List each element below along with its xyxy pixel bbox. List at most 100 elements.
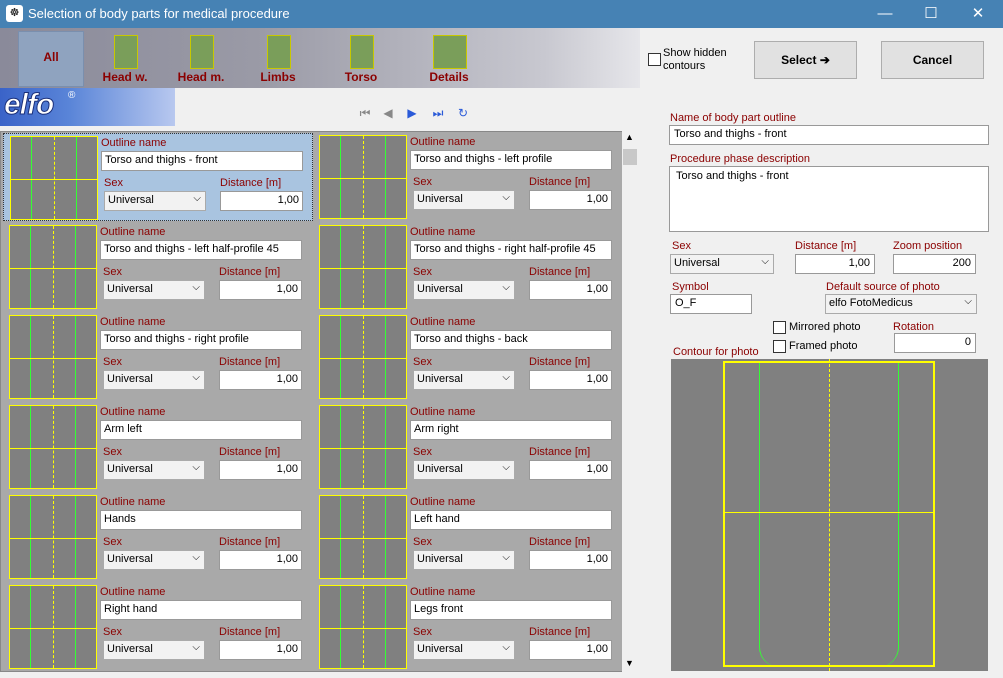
phase-description-textarea[interactable]: Torso and thighs - front bbox=[669, 166, 989, 232]
outline-name-input[interactable]: Legs front bbox=[410, 600, 612, 620]
filter-details-button[interactable]: Details bbox=[416, 31, 482, 87]
outline-card[interactable]: Outline name Torso and thighs - front Sex U… bbox=[3, 133, 313, 221]
sex-select[interactable]: Universal ⌵ bbox=[413, 370, 515, 390]
outline-thumbnail[interactable] bbox=[319, 135, 407, 219]
outline-name-input[interactable]: Hands bbox=[100, 510, 302, 530]
outline-thumbnail[interactable] bbox=[319, 585, 407, 669]
outline-name-input[interactable]: Arm right bbox=[410, 420, 612, 440]
scroll-down-icon[interactable]: ▼ bbox=[625, 658, 634, 668]
outline-thumbnail[interactable] bbox=[9, 405, 97, 489]
close-button[interactable]: ✕ bbox=[955, 0, 1001, 28]
select-button[interactable]: Select ➔ bbox=[754, 41, 857, 79]
outline-list[interactable]: Outline name Torso and thighs - front Sex U… bbox=[0, 131, 638, 672]
outline-thumbnail[interactable] bbox=[9, 495, 97, 579]
outline-name-input[interactable]: Torso and thighs - left profile bbox=[410, 150, 612, 170]
detail-distance-input[interactable]: 1,00 bbox=[795, 254, 875, 274]
filter-torso-button[interactable]: Torso bbox=[328, 31, 394, 87]
show-hidden-checkbox[interactable] bbox=[648, 53, 661, 66]
photo-source-select[interactable]: elfo FotoMedicus ⌵ bbox=[825, 294, 977, 314]
outline-name-input[interactable]: Torso and thighs - right half-profile 45 bbox=[410, 240, 612, 260]
outline-name-input[interactable]: Torso and thighs - front bbox=[101, 151, 303, 171]
distance-input[interactable]: 1,00 bbox=[219, 370, 302, 390]
distance-input[interactable]: 1,00 bbox=[529, 190, 612, 210]
next-record-icon[interactable]: ▶ bbox=[402, 106, 422, 120]
outline-card[interactable]: Outline name Arm right Sex Universal ⌵ Distan… bbox=[313, 403, 623, 491]
outline-thumbnail[interactable] bbox=[9, 585, 97, 669]
filter-all-button[interactable]: All bbox=[18, 31, 84, 87]
distance-input[interactable]: 1,00 bbox=[529, 460, 612, 480]
first-record-icon[interactable]: ⏮ bbox=[355, 106, 375, 121]
outline-name-label: Outline name bbox=[410, 496, 476, 508]
framed-photo-checkbox[interactable] bbox=[773, 340, 786, 353]
thumb-horizontal-guide bbox=[10, 268, 96, 269]
zoom-position-input[interactable]: 200 bbox=[893, 254, 976, 274]
distance-input[interactable]: 1,00 bbox=[529, 640, 612, 660]
outline-thumbnail[interactable] bbox=[10, 136, 98, 220]
sex-value: Universal bbox=[417, 373, 463, 385]
sex-select[interactable]: Universal ⌵ bbox=[413, 640, 515, 660]
scroll-thumb[interactable] bbox=[623, 149, 637, 165]
outline-card[interactable]: Outline name Arm left Sex Universal ⌵ Distanc… bbox=[3, 403, 313, 491]
distance-input[interactable]: 1,00 bbox=[219, 280, 302, 300]
prev-record-icon[interactable]: ◀ bbox=[378, 106, 398, 120]
sex-select[interactable]: Universal ⌵ bbox=[103, 280, 205, 300]
sex-select[interactable]: Universal ⌵ bbox=[413, 460, 515, 480]
distance-input[interactable]: 1,00 bbox=[219, 640, 302, 660]
distance-input[interactable]: 1,00 bbox=[529, 280, 612, 300]
outline-card[interactable]: Outline name Right hand Sex Universal ⌵ Dista… bbox=[3, 583, 313, 671]
symbol-input[interactable]: O_F bbox=[670, 294, 752, 314]
outline-card[interactable]: Outline name Torso and thighs - back Sex Un… bbox=[313, 313, 623, 401]
distance-label: Distance [m] bbox=[219, 626, 281, 638]
last-record-icon[interactable]: ⏭ bbox=[428, 106, 448, 121]
outline-card[interactable]: Outline name Torso and thighs - right pro… bbox=[3, 313, 313, 401]
list-scrollbar[interactable]: ▲ ▼ bbox=[622, 131, 638, 672]
sex-select[interactable]: Universal ⌵ bbox=[413, 280, 515, 300]
mirrored-photo-checkbox[interactable] bbox=[773, 321, 786, 334]
outline-thumbnail[interactable] bbox=[9, 225, 97, 309]
outline-name-input[interactable]: Right hand bbox=[100, 600, 302, 620]
sex-select[interactable]: Universal ⌵ bbox=[413, 190, 515, 210]
distance-input[interactable]: 1,00 bbox=[219, 550, 302, 570]
outline-name-input[interactable]: Left hand bbox=[410, 510, 612, 530]
outline-card[interactable]: Outline name Torso and thighs - left half… bbox=[3, 223, 313, 311]
scroll-up-icon[interactable]: ▲ bbox=[625, 132, 634, 142]
thumb-horizontal-guide bbox=[320, 268, 406, 269]
sex-select[interactable]: Universal ⌵ bbox=[413, 550, 515, 570]
sex-select[interactable]: Universal ⌵ bbox=[103, 550, 205, 570]
outline-card[interactable]: Outline name Left hand Sex Universal ⌵ Distan… bbox=[313, 493, 623, 581]
outline-name-input[interactable]: Torso and thighs - left half-profile 45 bbox=[100, 240, 302, 260]
outline-thumbnail[interactable] bbox=[319, 405, 407, 489]
refresh-icon[interactable]: ↻ bbox=[453, 106, 473, 120]
distance-label: Distance [m] bbox=[220, 177, 282, 189]
rotation-input[interactable]: 0 bbox=[894, 333, 976, 353]
outline-name-input[interactable]: Torso and thighs - right profile bbox=[100, 330, 302, 350]
outline-name-input[interactable]: Torso and thighs - back bbox=[410, 330, 612, 350]
cancel-button[interactable]: Cancel bbox=[881, 41, 984, 79]
outline-thumbnail[interactable] bbox=[9, 315, 97, 399]
outline-card[interactable]: Outline name Hands Sex Universal ⌵ Distance [… bbox=[3, 493, 313, 581]
distance-label: Distance [m] bbox=[529, 626, 591, 638]
sex-select[interactable]: Universal ⌵ bbox=[103, 460, 205, 480]
distance-input[interactable]: 1,00 bbox=[529, 550, 612, 570]
filter-limbs-button[interactable]: Limbs bbox=[245, 31, 311, 87]
maximize-button[interactable]: ☐ bbox=[908, 0, 954, 28]
detail-sex-select[interactable]: Universal ⌵ bbox=[670, 254, 774, 274]
outline-thumbnail[interactable] bbox=[319, 495, 407, 579]
outline-thumbnail[interactable] bbox=[319, 225, 407, 309]
sex-select[interactable]: Universal ⌵ bbox=[104, 191, 206, 211]
distance-input[interactable]: 1,00 bbox=[219, 460, 302, 480]
distance-input[interactable]: 1,00 bbox=[529, 370, 612, 390]
outline-name-input[interactable]: Arm left bbox=[100, 420, 302, 440]
sex-select[interactable]: Universal ⌵ bbox=[103, 370, 205, 390]
minimize-button[interactable]: — bbox=[862, 0, 908, 28]
outline-card[interactable]: Outline name Torso and thighs - left prof… bbox=[313, 133, 623, 221]
outline-thumbnail[interactable] bbox=[319, 315, 407, 399]
body-part-name-input[interactable]: Torso and thighs - front bbox=[669, 125, 989, 145]
sex-select[interactable]: Universal ⌵ bbox=[103, 640, 205, 660]
filter-head-w-button[interactable]: Head w. bbox=[92, 31, 158, 87]
outline-card[interactable]: Outline name Torso and thighs - right hal… bbox=[313, 223, 623, 311]
outline-card[interactable]: Outline name Legs front Sex Universal ⌵ Dista… bbox=[313, 583, 623, 671]
filter-head-m-button[interactable]: Head m. bbox=[168, 31, 234, 87]
framed-photo-label: Framed photo bbox=[789, 340, 858, 352]
distance-input[interactable]: 1,00 bbox=[220, 191, 303, 211]
